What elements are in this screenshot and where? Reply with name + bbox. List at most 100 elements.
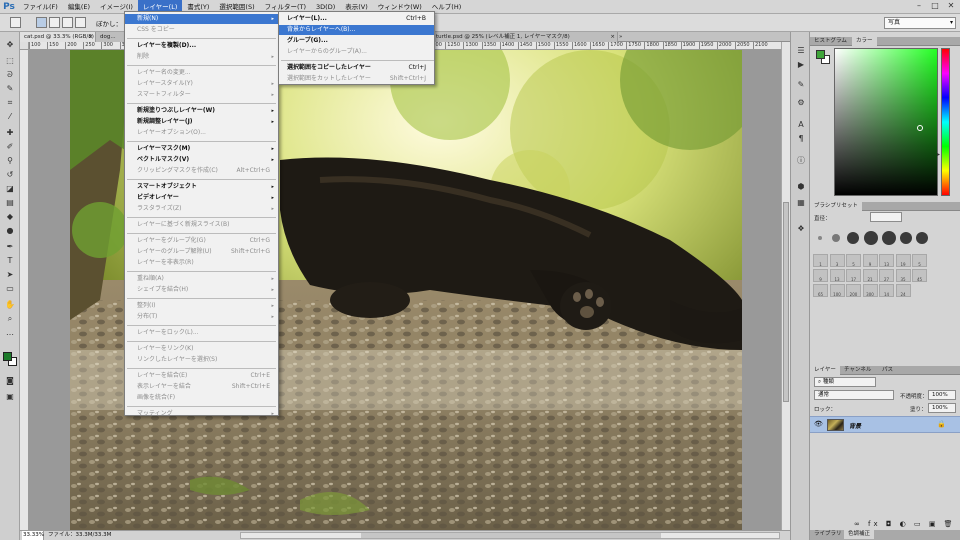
close-icon[interactable]: × (88, 32, 93, 42)
menu-item-16[interactable]: レイヤーに基づく新規スライス(B) (125, 220, 278, 230)
brush-preset[interactable]: 45 (912, 269, 927, 282)
quick-select-tool-icon[interactable]: ✎ (4, 84, 16, 94)
tab-paths[interactable]: パス (878, 366, 897, 375)
actions-icon[interactable]: ▶ (795, 60, 807, 70)
menu-item-18[interactable]: レイヤーのグループ解除(U) Shift+Ctrl+G (125, 247, 278, 257)
menu-item-17[interactable]: レイヤーをグループ化(G) Ctrl+G (125, 236, 278, 246)
brush-preset[interactable]: 35 (895, 269, 911, 282)
brush-preset[interactable]: 3 (829, 254, 845, 267)
marquee-tool-icon[interactable]: ⬚ (4, 56, 16, 66)
tab-histogram[interactable]: ヒストグラム (810, 37, 851, 46)
brush-preset[interactable]: 17 (846, 269, 861, 282)
brush-preset[interactable] (847, 232, 859, 244)
fill-field[interactable]: 100% (928, 403, 956, 413)
layer-row-background[interactable]: 👁 背景 🔒 (810, 416, 960, 433)
vertical-scrollbar[interactable] (781, 42, 790, 530)
brush-preset[interactable]: 9 (813, 269, 828, 282)
menu-item-14[interactable]: ビデオレイヤー ▸ (125, 193, 278, 203)
menu-item-2[interactable]: レイヤーを複製(D)... (125, 41, 278, 51)
vertical-ruler[interactable] (20, 50, 29, 530)
horizontal-scrollbar[interactable] (240, 532, 780, 539)
info-icon[interactable]: ⓘ (795, 156, 807, 166)
brush-preset[interactable]: 24 (895, 284, 911, 297)
extra-tools-icon[interactable]: … (4, 328, 16, 338)
layer-filter-select[interactable]: ⌕ 種類 (814, 377, 876, 387)
maximize-button[interactable]: □ (928, 0, 942, 12)
close-icon[interactable]: × (610, 32, 615, 42)
menu-item-28[interactable]: 表示レイヤーを結合 Shift+Ctrl+E (125, 382, 278, 392)
brush-preset[interactable]: 27 (879, 269, 894, 282)
brush-preset[interactable] (900, 232, 912, 244)
3d-icon[interactable]: ⬢ (795, 182, 807, 192)
submenu-item-2[interactable]: グループ(G)... (279, 36, 434, 46)
history-brush-tool-icon[interactable]: ↺ (4, 170, 16, 180)
minimize-button[interactable]: – (912, 0, 926, 12)
menu-item-1[interactable]: CSS をコピー (125, 25, 278, 35)
menu-item-8[interactable]: 新規調整レイヤー(J) ▸ (125, 117, 278, 127)
path-select-tool-icon[interactable]: ➤ (4, 270, 16, 280)
stamp-tool-icon[interactable]: ⚲ (4, 156, 16, 166)
brush-preset[interactable]: 14 (879, 284, 894, 297)
menu-item-12[interactable]: クリッピングマスクを作成(C) Alt+Ctrl+G (125, 166, 278, 176)
zoom-field[interactable]: 33.33% (22, 531, 44, 540)
brush-preset[interactable]: 65 (813, 284, 828, 297)
eye-icon[interactable]: 👁 (814, 420, 823, 428)
menu-item-29[interactable]: 画像を統合(F) (125, 393, 278, 403)
brush-preset[interactable]: 5 (912, 254, 927, 267)
doc-tab-turtle[interactable]: turtle.psd @ 25% (レベル補正 1, レイヤーマスク/8) × (432, 32, 618, 42)
zoom-tool-icon[interactable]: ⌕ (4, 314, 16, 324)
hue-slider-handle[interactable]: ▸ (937, 151, 940, 158)
tab-channels[interactable]: チャンネル (840, 366, 875, 375)
tab-libraries[interactable]: ライブラリ (810, 530, 846, 539)
menu-item-22[interactable]: 整列(I) ▸ (125, 301, 278, 311)
more-tabs-icon[interactable]: » (618, 32, 626, 42)
eyedropper-tool-icon[interactable]: ⁄ (4, 112, 16, 122)
color-picker-field[interactable] (834, 48, 938, 196)
tool-presets-icon[interactable]: ⚙ (795, 98, 807, 108)
file-info[interactable]: ファイル：33.3M/33.3M (48, 531, 111, 540)
color-cursor[interactable] (917, 125, 923, 131)
healing-tool-icon[interactable]: ✚ (4, 128, 16, 138)
submenu-item-0[interactable]: レイヤー(L)... Ctrl+B (279, 14, 434, 24)
brush-preset[interactable]: 21 (862, 269, 878, 282)
eraser-tool-icon[interactable]: ◪ (4, 184, 16, 194)
lasso-tool-icon[interactable]: ᘐ (4, 70, 16, 80)
menu-item-19[interactable]: レイヤーを非表示(R) (125, 258, 278, 268)
brush-preset[interactable]: 5 (846, 254, 861, 267)
properties-icon[interactable]: ▦ (795, 198, 807, 208)
paragraph-icon[interactable]: ¶ (795, 134, 807, 144)
tab-brush-presets[interactable]: ブラシプリセット (810, 202, 862, 211)
close-button[interactable]: ✕ (944, 0, 958, 12)
menu-item-25[interactable]: レイヤーをリンク(K) (125, 344, 278, 354)
foreground-color-swatch[interactable] (816, 50, 825, 59)
scroll-thumb[interactable] (783, 202, 789, 402)
new-selection-icon[interactable] (36, 17, 47, 28)
crop-tool-icon[interactable]: ⌗ (4, 98, 16, 108)
hand-tool-icon[interactable]: ✋ (4, 300, 16, 310)
menu-file[interactable]: ファイル(F) (18, 0, 63, 14)
add-selection-icon[interactable] (49, 17, 60, 28)
intersect-selection-icon[interactable] (75, 17, 86, 28)
submenu-item-4[interactable]: 選択範囲をコピーしたレイヤー Ctrl+J (279, 63, 434, 73)
menu-item-23[interactable]: 分布(T) ▸ (125, 312, 278, 322)
gradient-tool-icon[interactable]: ▤ (4, 198, 16, 208)
brush-preset[interactable] (818, 236, 822, 240)
menu-item-21[interactable]: シェイプを結合(H) ▸ (125, 285, 278, 295)
brush-preset[interactable]: 1 (813, 254, 828, 267)
brush-tool-icon[interactable]: ✐ (4, 142, 16, 152)
submenu-item-5[interactable]: 選択範囲をカットしたレイヤー Shift+Ctrl+J (279, 74, 434, 84)
menu-edit[interactable]: 編集(E) (63, 0, 95, 14)
shape-tool-icon[interactable]: ▭ (4, 284, 16, 294)
subtract-selection-icon[interactable] (62, 17, 73, 28)
type-tool-icon[interactable]: T (4, 256, 16, 266)
menu-item-10[interactable]: レイヤーマスク(M) ▸ (125, 144, 278, 154)
brush-preset[interactable]: 19 (895, 254, 911, 267)
brush-preset[interactable] (882, 231, 896, 245)
history-icon[interactable]: ☰ (795, 46, 807, 56)
menu-item-6[interactable]: スマートフィルター ▸ (125, 90, 278, 100)
screen-mode-icon[interactable]: ▣ (4, 392, 16, 402)
brush-size-field[interactable] (870, 212, 902, 222)
blur-tool-icon[interactable]: ◆ (4, 212, 16, 222)
hue-slider[interactable] (941, 48, 950, 196)
opacity-field[interactable]: 100% (928, 390, 956, 400)
